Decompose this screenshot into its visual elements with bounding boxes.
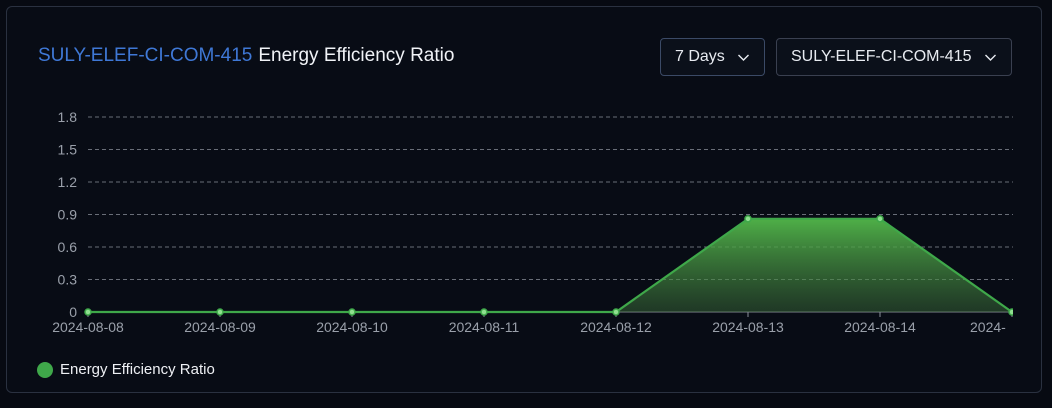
data-point bbox=[1008, 308, 1013, 316]
y-tick-label: 1.2 bbox=[58, 174, 78, 190]
legend-label: Energy Efficiency Ratio bbox=[60, 361, 215, 378]
data-point bbox=[216, 308, 224, 316]
y-tick-label: 0.6 bbox=[58, 239, 78, 255]
data-point bbox=[480, 308, 488, 316]
x-tick-label: 2024-08-11 bbox=[449, 319, 520, 335]
x-tick-label: 2024-08-14 bbox=[844, 319, 916, 335]
data-point bbox=[876, 215, 884, 223]
y-tick-label: 0 bbox=[69, 304, 77, 320]
x-tick-label: 2024-08-08 bbox=[52, 319, 124, 335]
series-area bbox=[88, 218, 1012, 312]
x-tick-label: 2024-08-09 bbox=[184, 319, 256, 335]
chart-card: SULY-ELEF-CI-COM-415 Energy Efficiency Ra… bbox=[6, 6, 1042, 393]
data-point bbox=[348, 308, 356, 316]
x-tick-label: 2024- bbox=[970, 319, 1006, 335]
line-chart: 0 0.3 0.6 0.9 1.2 1.5 1.8 2024-08-08 2024-08-09 2… bbox=[52, 109, 1013, 335]
data-point bbox=[612, 308, 620, 316]
x-tick-label: 2024-08-10 bbox=[316, 319, 388, 335]
y-tick-label: 0.9 bbox=[58, 207, 78, 223]
legend-swatch bbox=[37, 361, 53, 378]
chart-legend[interactable]: Energy Efficiency Ratio bbox=[37, 361, 215, 378]
x-tick-label: 2024-08-13 bbox=[712, 319, 784, 335]
x-tick-label: 2024-08-12 bbox=[580, 319, 652, 335]
data-point bbox=[744, 215, 752, 223]
y-tick-label: 0.3 bbox=[58, 272, 78, 288]
data-point bbox=[84, 308, 92, 316]
series-group bbox=[84, 215, 1013, 316]
y-tick-label: 1.8 bbox=[58, 109, 78, 125]
y-tick-label: 1.5 bbox=[58, 142, 78, 158]
